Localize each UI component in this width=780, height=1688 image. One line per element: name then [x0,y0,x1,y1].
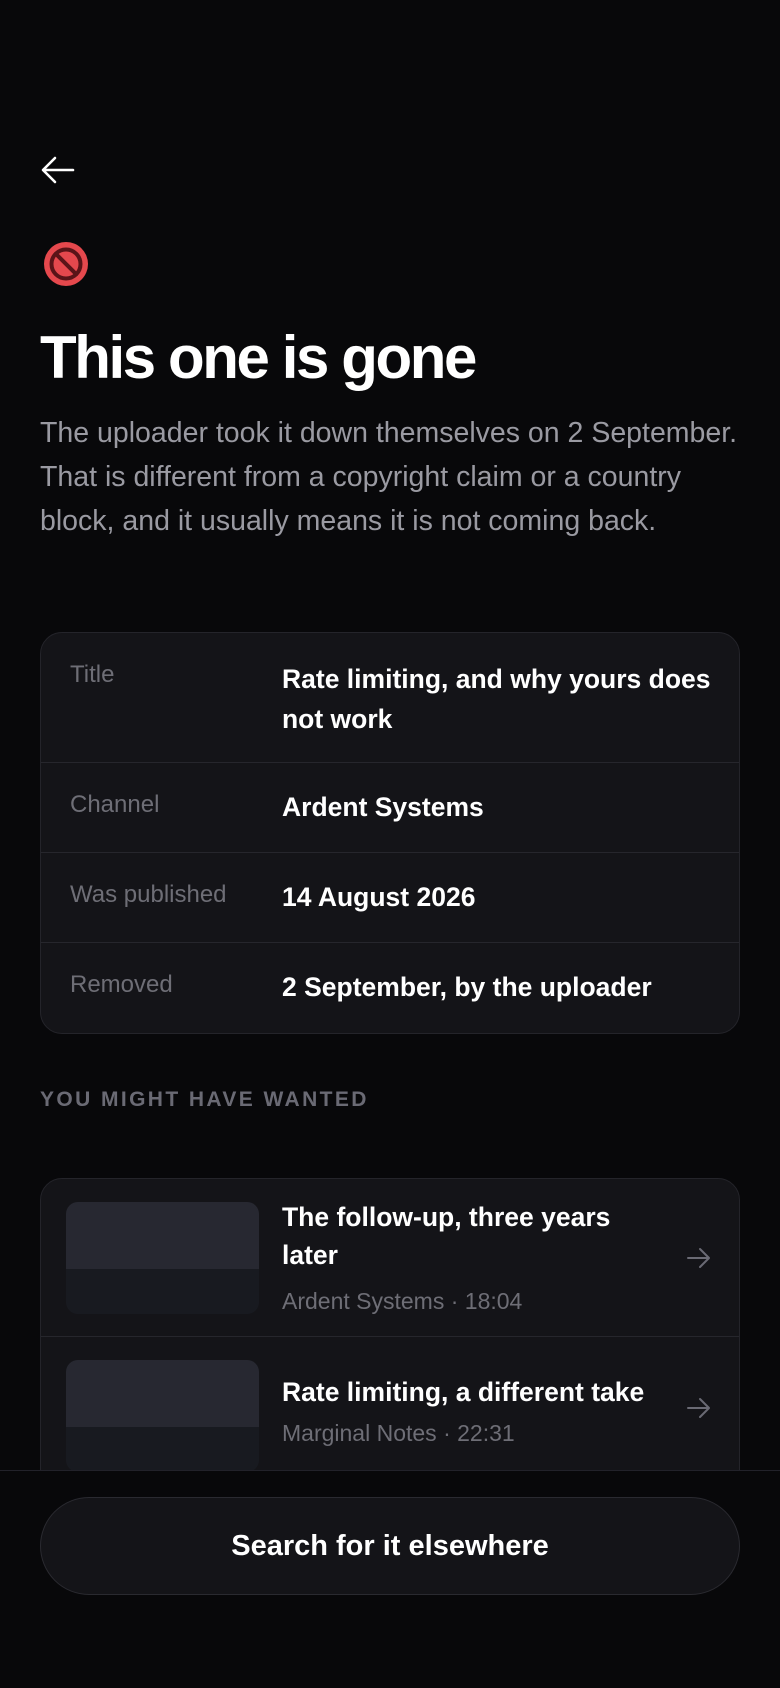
detail-row-published: Was published 14 August 2026 [41,853,739,943]
related-video-title: Rate limiting, a different take [282,1377,645,1407]
page-title: This one is gone [40,324,477,391]
related-video-item[interactable]: The follow-up, three years later Ardent … [41,1179,739,1337]
video-details-card: Title Rate limiting, and why yours does … [40,632,740,1034]
detail-value: Ardent Systems [282,792,484,822]
detail-row-channel: Channel Ardent Systems [41,763,739,853]
related-video-meta: Marginal Notes · 22:31 [282,1420,515,1446]
detail-label: Title [70,661,115,688]
arrow-left-icon [41,156,75,184]
detail-value: Rate limiting, and why yours does not wo… [282,664,711,734]
search-elsewhere-button[interactable]: Search for it elsewhere [40,1497,740,1595]
detail-value: 14 August 2026 [282,882,476,912]
removal-description: The uploader took it down themselves on … [40,417,738,537]
detail-row-title: Title Rate limiting, and why yours does … [41,633,739,763]
bottom-action-bar: Search for it elsewhere [0,1470,780,1688]
detail-label: Channel [70,791,160,818]
video-thumbnail [66,1202,259,1314]
detail-label: Was published [70,881,227,908]
page: This one is gone The uploader took it do… [0,0,780,1688]
back-button[interactable] [40,148,88,192]
section-heading: YOU MIGHT HAVE WANTED [40,1088,369,1111]
arrow-right-icon [687,1398,710,1418]
detail-value: 2 September, by the uploader [282,972,652,1002]
video-thumbnail [66,1360,259,1472]
prohibited-icon [44,242,88,286]
related-video-title: The follow-up, three years later [282,1202,611,1270]
detail-label: Removed [70,971,173,998]
related-videos-list: The follow-up, three years later Ardent … [40,1178,740,1498]
detail-row-removed: Removed 2 September, by the uploader [41,943,739,1033]
related-video-meta: Ardent Systems · 18:04 [282,1288,523,1314]
arrow-right-icon [687,1248,710,1268]
